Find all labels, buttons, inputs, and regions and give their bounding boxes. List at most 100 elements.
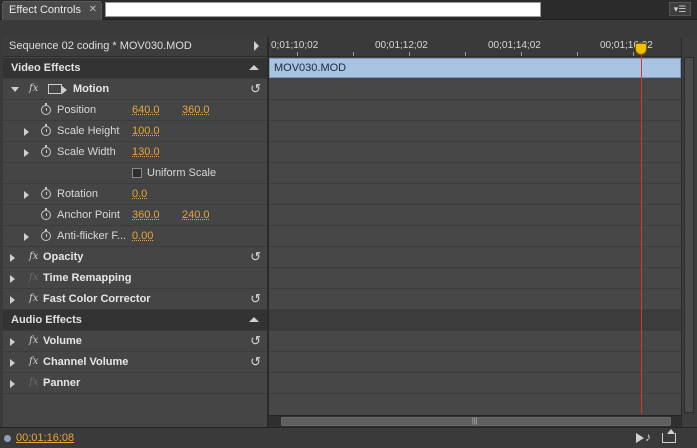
anti-flicker-value[interactable]: 0.00 bbox=[132, 230, 153, 242]
tab-strip-empty-area bbox=[105, 2, 541, 17]
disclosure-collapsed-icon[interactable] bbox=[24, 233, 29, 241]
fx-toggle-icon[interactable]: fx bbox=[29, 335, 38, 346]
disclosure-collapsed-icon[interactable] bbox=[10, 359, 15, 367]
ruler-timecode: 0;01;10;02 bbox=[271, 40, 319, 51]
effect-row-volume[interactable]: fx Volume ↺ bbox=[3, 331, 267, 352]
time-ruler[interactable]: 0;01;10;02 00;01;12;02 00;01;14;02 00;01… bbox=[269, 37, 681, 57]
stopwatch-icon[interactable] bbox=[41, 124, 51, 136]
disclosure-expanded-icon[interactable] bbox=[11, 87, 19, 92]
disclosure-collapsed-icon[interactable] bbox=[10, 254, 15, 262]
disclosure-collapsed-icon[interactable] bbox=[24, 128, 29, 136]
current-timecode[interactable]: 00;01;16;08 bbox=[16, 432, 74, 444]
fx-toggle-icon[interactable]: fx bbox=[29, 293, 38, 304]
sequence-clip-header[interactable]: Sequence 02 coding * MOV030.MOD bbox=[3, 37, 267, 57]
disclosure-collapsed-icon[interactable] bbox=[24, 191, 29, 199]
playhead-line[interactable] bbox=[641, 47, 642, 414]
tab-label: Effect Controls bbox=[9, 4, 81, 16]
uniform-scale-checkbox[interactable] bbox=[132, 168, 142, 178]
reset-icon[interactable]: ↺ bbox=[250, 82, 261, 96]
fx-toggle-icon[interactable]: fx bbox=[29, 83, 38, 94]
close-icon[interactable]: ✕ bbox=[89, 4, 97, 15]
export-icon[interactable] bbox=[662, 429, 676, 443]
param-label: Anti-flicker F... bbox=[57, 230, 127, 242]
reset-icon[interactable]: ↺ bbox=[250, 292, 261, 306]
collapse-up-icon[interactable] bbox=[249, 65, 259, 70]
effect-row-panner[interactable]: fx Panner bbox=[3, 373, 267, 394]
grip-icon: ||| bbox=[472, 418, 478, 425]
transform-icon[interactable] bbox=[48, 84, 67, 94]
scale-width-value[interactable]: 130.0 bbox=[132, 146, 160, 158]
disclosure-collapsed-icon[interactable] bbox=[10, 296, 15, 304]
effect-row-opacity[interactable]: fx Opacity ↺ bbox=[3, 247, 267, 268]
ruler-tick bbox=[577, 52, 578, 56]
param-row-rotation: Rotation 0.0 bbox=[3, 184, 267, 205]
audio-effects-header[interactable]: Audio Effects bbox=[3, 310, 267, 331]
param-label: Position bbox=[57, 104, 97, 116]
keyframe-lane bbox=[269, 79, 681, 100]
ruler-tick bbox=[521, 52, 522, 56]
fx-disabled-icon: fx bbox=[29, 377, 39, 388]
param-label: Scale Width bbox=[57, 146, 116, 158]
reset-icon[interactable]: ↺ bbox=[250, 355, 261, 369]
disclosure-collapsed-icon[interactable] bbox=[10, 380, 15, 388]
param-row-scale-width: Scale Width 130.0 bbox=[3, 142, 267, 163]
stopwatch-icon[interactable] bbox=[41, 145, 51, 157]
effect-row-motion[interactable]: fx Motion ↺ bbox=[3, 79, 267, 100]
effect-row-time-remapping[interactable]: fx Time Remapping bbox=[3, 268, 267, 289]
play-audio-icon[interactable] bbox=[636, 433, 644, 443]
effect-name: Channel Volume bbox=[43, 356, 129, 368]
effect-row-fast-color-corrector[interactable]: fx Fast Color Corrector ↺ bbox=[3, 289, 267, 310]
disclosure-collapsed-icon[interactable] bbox=[10, 275, 15, 283]
video-effects-header[interactable]: Video Effects bbox=[3, 58, 267, 79]
ruler-tick bbox=[465, 52, 466, 56]
timeline-pane[interactable]: 0;01;10;02 00;01;12;02 00;01;14;02 00;01… bbox=[269, 37, 681, 427]
reset-icon[interactable]: ↺ bbox=[250, 334, 261, 348]
stopwatch-icon[interactable] bbox=[41, 103, 51, 115]
effect-list-pane: Sequence 02 coding * MOV030.MOD Video Ef… bbox=[3, 37, 267, 427]
ruler-tick bbox=[353, 52, 354, 56]
effect-name: Volume bbox=[43, 335, 82, 347]
stopwatch-icon[interactable] bbox=[41, 187, 51, 199]
position-y-value[interactable]: 360.0 bbox=[182, 104, 210, 116]
ruler-tick bbox=[633, 52, 634, 56]
keyframe-lane bbox=[269, 310, 681, 331]
stopwatch-icon[interactable] bbox=[41, 208, 51, 220]
audio-effects-label: Audio Effects bbox=[11, 314, 82, 326]
param-label: Uniform Scale bbox=[147, 167, 217, 179]
ruler-tick bbox=[409, 52, 410, 56]
fx-toggle-icon[interactable]: fx bbox=[29, 356, 38, 367]
keyframe-lane bbox=[269, 205, 681, 226]
loop-audio-icon[interactable]: ♪ bbox=[645, 430, 651, 444]
anchor-y-value[interactable]: 240.0 bbox=[182, 209, 210, 221]
keyframe-lane bbox=[269, 373, 681, 394]
vertical-scrollbar[interactable] bbox=[684, 57, 694, 413]
expand-arrow-icon[interactable] bbox=[254, 41, 259, 51]
disclosure-collapsed-icon[interactable] bbox=[10, 338, 15, 346]
playhead-handle-icon[interactable] bbox=[635, 43, 647, 55]
position-x-value[interactable]: 640.0 bbox=[132, 104, 160, 116]
anchor-x-value[interactable]: 360.0 bbox=[132, 209, 160, 221]
collapse-up-icon[interactable] bbox=[249, 317, 259, 322]
scale-height-value[interactable]: 100.0 bbox=[132, 125, 160, 137]
param-label: Scale Height bbox=[57, 125, 120, 137]
disclosure-collapsed-icon[interactable] bbox=[24, 149, 29, 157]
stopwatch-icon[interactable] bbox=[41, 229, 51, 241]
fx-toggle-icon[interactable]: fx bbox=[29, 251, 38, 262]
param-label: Rotation bbox=[57, 188, 98, 200]
sequence-clip-label: Sequence 02 coding * MOV030.MOD bbox=[9, 40, 192, 52]
keyframe-lane bbox=[269, 226, 681, 247]
keyframe-lane bbox=[269, 247, 681, 268]
status-bar: 00;01;16;08 ♪ bbox=[0, 427, 697, 448]
panel-menu-button[interactable]: ▾☰ bbox=[669, 2, 691, 16]
keyframe-lane bbox=[269, 184, 681, 205]
clip-name: MOV030.MOD bbox=[274, 62, 347, 74]
keyframe-lane bbox=[269, 352, 681, 373]
effect-row-channel-volume[interactable]: fx Channel Volume ↺ bbox=[3, 352, 267, 373]
reset-icon[interactable]: ↺ bbox=[250, 250, 261, 264]
scrollbar-thumb[interactable]: ||| bbox=[281, 417, 671, 426]
tab-effect-controls[interactable]: Effect Controls ✕ bbox=[2, 1, 102, 20]
horizontal-scrollbar[interactable]: ||| bbox=[269, 415, 681, 427]
clip-bar[interactable]: MOV030.MOD bbox=[269, 58, 681, 78]
timecode-indicator-icon bbox=[4, 435, 11, 442]
rotation-value[interactable]: 0.0 bbox=[132, 188, 147, 200]
